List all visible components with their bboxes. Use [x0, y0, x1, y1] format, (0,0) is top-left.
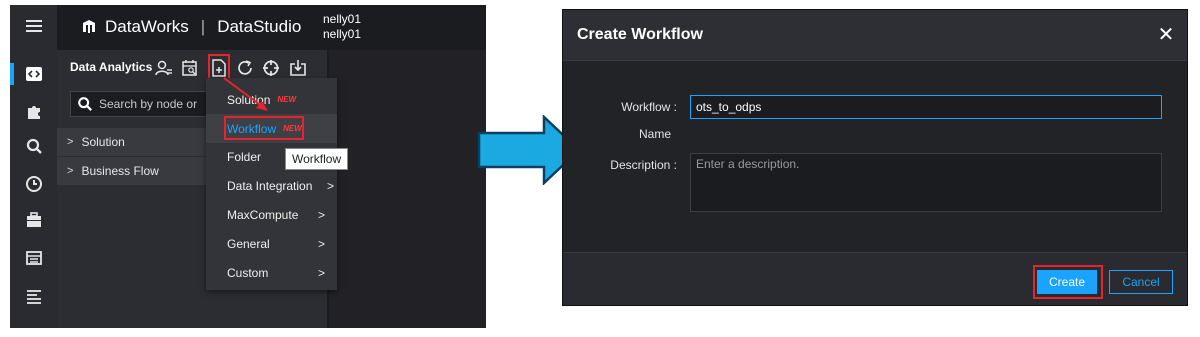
top-bar: DataWorks | DataStudio nelly01 nelly01	[57, 5, 486, 50]
brand-separator: |	[200, 17, 206, 36]
menu-item-data-integration[interactable]: Data Integration >	[206, 171, 337, 200]
new-badge: NEW	[277, 95, 297, 104]
workflow-name-label-line2: Name	[638, 127, 671, 141]
menu-item-maxcompute[interactable]: MaxCompute >	[206, 200, 337, 229]
menu-item-label: Solution	[227, 92, 271, 107]
clock-icon[interactable]	[10, 169, 57, 199]
workflow-name-input[interactable]	[690, 95, 1162, 119]
workflow-name-label: Workflow : Name	[603, 100, 677, 141]
menu-icon[interactable]	[10, 11, 57, 41]
calendar-search-icon[interactable]	[180, 58, 200, 78]
chevron-right-icon: >	[67, 136, 74, 148]
description-input[interactable]	[690, 153, 1162, 212]
dataworks-logo-icon	[83, 20, 95, 33]
menu-item-label: Folder	[227, 149, 262, 164]
refresh-icon[interactable]	[235, 58, 255, 78]
briefcase-icon[interactable]	[10, 205, 57, 235]
chevron-right-icon: >	[317, 207, 325, 222]
dialog-title: Create Workflow	[577, 26, 703, 43]
menu-item-label: General	[227, 236, 270, 251]
chevron-right-icon: >	[67, 165, 74, 177]
tree-item-label: Solution	[81, 135, 125, 149]
user-info[interactable]: nelly01 nelly01	[323, 12, 361, 42]
description-label: Description :	[610, 158, 677, 172]
tree-item-business-flow[interactable]: > Business Flow	[57, 157, 217, 185]
menu-item-label: MaxCompute	[227, 207, 299, 222]
tree-item-solution[interactable]: > Solution	[57, 128, 217, 156]
search-icon[interactable]	[10, 131, 57, 161]
explorer-title: Data Analytics	[70, 60, 153, 74]
brand-name: DataWorks	[105, 17, 189, 36]
menu-item-custom[interactable]: Custom >	[206, 258, 337, 287]
workflow-name-label-line1: Workflow :	[621, 100, 677, 114]
dataworks-datastudio-panel: DataWorks | DataStudio nelly01 nelly01 D…	[10, 5, 486, 328]
workflow-highlight	[224, 116, 304, 140]
create-button[interactable]: Create	[1037, 270, 1097, 294]
create-button-highlight	[208, 54, 230, 80]
create-workflow-dialog: Create Workflow ✕ Workflow : Name Descri…	[562, 9, 1188, 306]
search-input[interactable]: Search by node or	[70, 91, 210, 117]
search-placeholder: Search by node or	[99, 97, 198, 111]
puzzle-icon[interactable]	[10, 97, 57, 127]
chevron-right-icon: >	[317, 265, 325, 280]
menu-item-general[interactable]: General >	[206, 229, 337, 258]
search-icon	[78, 97, 93, 112]
list-icon[interactable]	[10, 281, 57, 311]
user-name-line-1: nelly01	[323, 12, 362, 26]
table-icon[interactable]	[10, 243, 57, 273]
tree-item-label: Business Flow	[81, 164, 159, 178]
user-name-line-2: nelly01	[323, 27, 362, 41]
close-icon[interactable]: ✕	[1155, 23, 1177, 46]
import-icon[interactable]	[288, 58, 308, 78]
dialog-header: Create Workflow ✕	[563, 10, 1187, 61]
menu-item-label: Data Integration	[227, 178, 313, 193]
code-icon[interactable]	[10, 59, 57, 89]
create-menu: Solution NEW Workflow NEW Folder Data In…	[206, 78, 337, 290]
chevron-right-icon: >	[326, 178, 334, 193]
workflow-tooltip: Workflow	[285, 148, 349, 170]
locate-icon[interactable]	[261, 58, 281, 78]
chevron-right-icon: >	[317, 236, 325, 251]
left-icon-rail	[10, 5, 57, 328]
menu-item-solution[interactable]: Solution NEW	[206, 85, 337, 114]
user-filter-icon[interactable]	[154, 58, 174, 78]
brand[interactable]: DataWorks | DataStudio	[81, 17, 301, 37]
cancel-button[interactable]: Cancel	[1109, 270, 1173, 294]
module-name: DataStudio	[217, 17, 302, 36]
menu-item-label: Custom	[227, 265, 269, 280]
